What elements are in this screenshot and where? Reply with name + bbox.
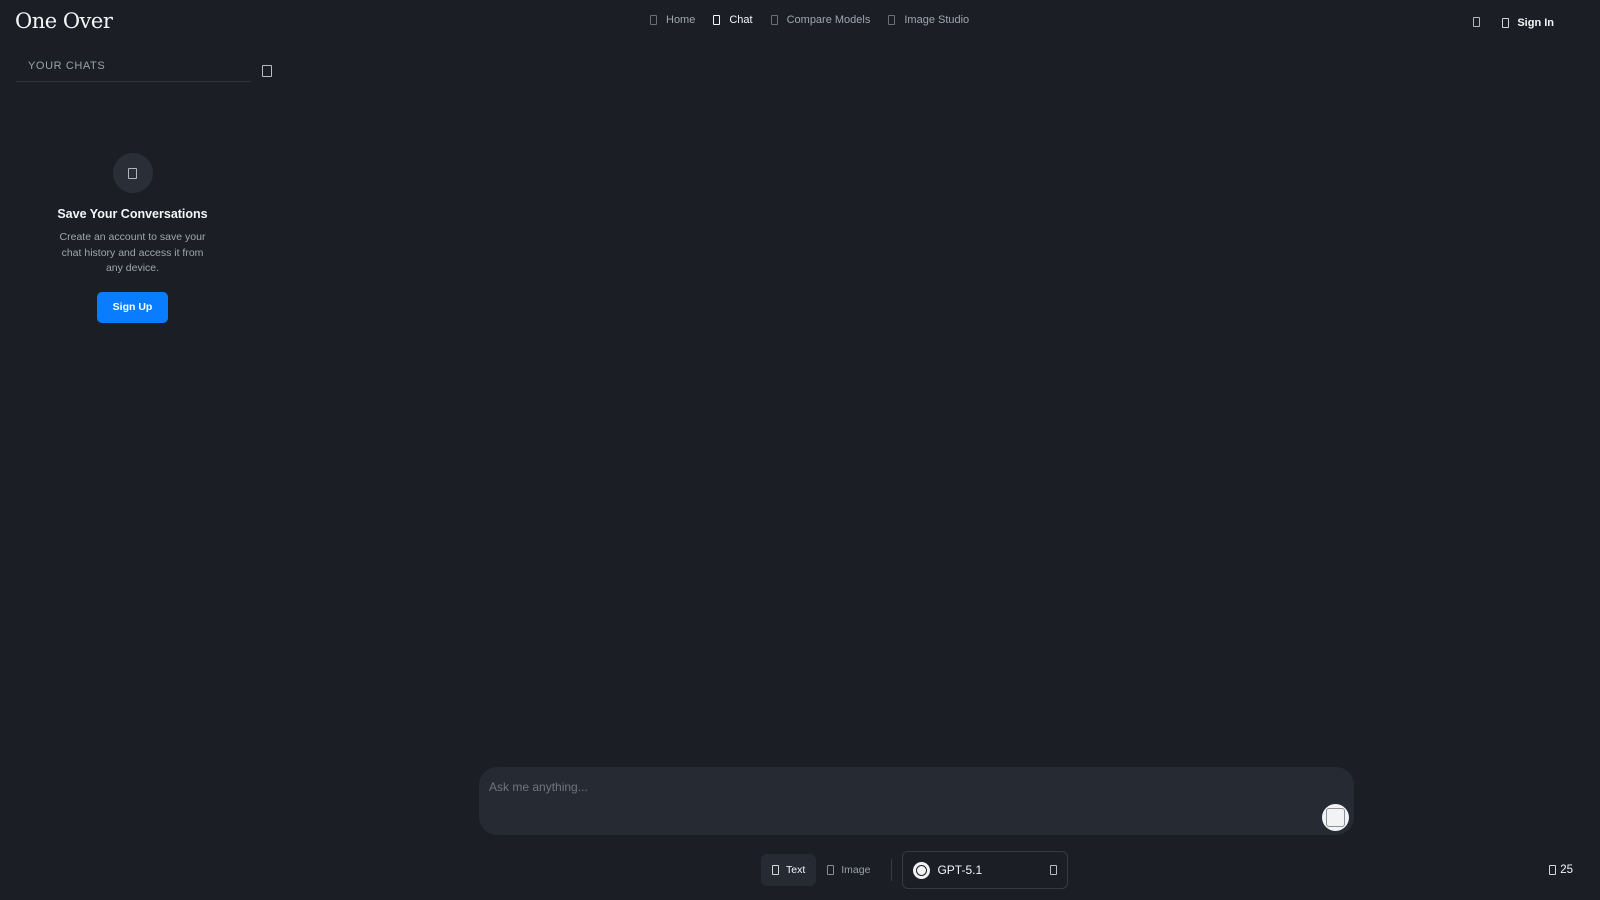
message-composer	[479, 767, 1354, 835]
credits-counter[interactable]: 25	[1549, 864, 1573, 876]
mode-controls: Text Image GPT-5.1	[761, 851, 1069, 889]
empty-state-description: Create an account to save your chat hist…	[59, 231, 206, 274]
credits-count: 25	[1560, 864, 1573, 876]
sign-up-button[interactable]: Sign Up	[97, 291, 168, 323]
nav-compare-models[interactable]: Compare Models	[770, 14, 871, 26]
chat-bubble-icon	[128, 167, 137, 179]
mode-text-button[interactable]: Text	[761, 854, 817, 886]
empty-state: Save Your Conversations Create an accoun…	[16, 153, 249, 323]
theme-toggle-button[interactable]	[1473, 14, 1481, 32]
mode-divider	[891, 859, 893, 881]
mode-image-label: Image	[841, 864, 871, 876]
nav-chat-label: Chat	[729, 14, 753, 26]
chevron-down-icon	[1050, 865, 1058, 875]
empty-state-icon-wrap	[112, 153, 153, 193]
sidebar-title: YOUR CHATS	[16, 56, 251, 82]
mode-text-label: Text	[786, 864, 806, 876]
nav-home-label: Home	[666, 14, 696, 26]
top-navigation: Home Chat Compare Models Image Studio	[650, 14, 969, 26]
home-icon	[650, 15, 657, 25]
text-icon	[772, 865, 779, 875]
send-button[interactable]	[1322, 804, 1349, 831]
send-icon	[1326, 808, 1345, 827]
header-actions: Sign In	[1473, 14, 1554, 32]
nav-image-studio-label: Image Studio	[904, 14, 970, 26]
chat-sidebar: YOUR CHATS Save Your Conversations Creat…	[16, 56, 281, 323]
empty-state-title: Save Your Conversations	[57, 207, 208, 221]
nav-image-studio[interactable]: Image Studio	[888, 14, 969, 26]
credits-icon	[1549, 865, 1557, 875]
nav-chat[interactable]: Chat	[713, 14, 753, 26]
nav-compare-models-label: Compare Models	[786, 14, 871, 26]
model-selector[interactable]: GPT-5.1	[902, 851, 1069, 889]
user-icon	[1502, 18, 1510, 28]
compare-icon	[770, 15, 778, 25]
nav-home[interactable]: Home	[650, 14, 695, 26]
app-logo[interactable]: One Over	[15, 9, 113, 33]
mode-image-button[interactable]: Image	[816, 854, 881, 886]
image-icon	[827, 865, 835, 875]
openai-logo-icon	[913, 861, 931, 879]
chat-icon	[713, 15, 721, 25]
app-root: One Over Home Chat Compare Models Image …	[0, 0, 1600, 900]
sign-in-label: Sign In	[1517, 17, 1554, 29]
message-input[interactable]	[489, 775, 1269, 799]
sidebar-header: YOUR CHATS	[16, 56, 272, 82]
theme-toggle-icon	[1473, 17, 1481, 27]
model-name: GPT-5.1	[937, 863, 983, 877]
sign-in-button[interactable]: Sign In	[1502, 17, 1554, 29]
image-icon	[888, 15, 896, 25]
sidebar-toggle-icon	[262, 65, 272, 77]
sidebar-toggle-button[interactable]	[262, 64, 272, 82]
